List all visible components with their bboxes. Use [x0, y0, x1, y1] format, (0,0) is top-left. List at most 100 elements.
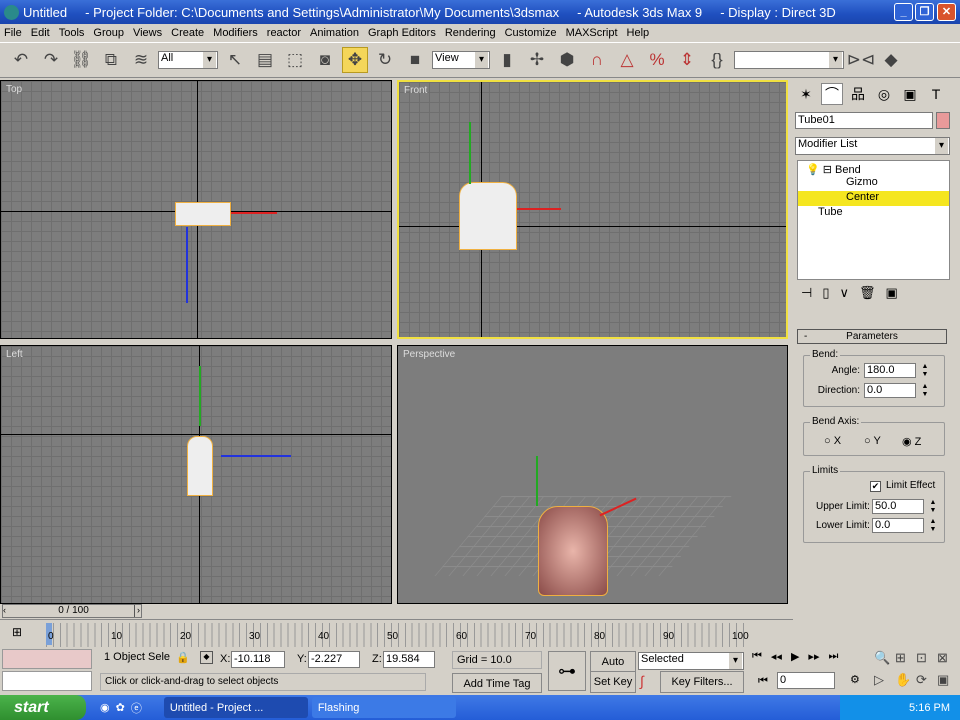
zoom-all-icon[interactable]: ⊞: [895, 650, 916, 666]
axis-z-radio[interactable]: ◉ Z: [902, 435, 921, 448]
menu-create[interactable]: Create: [171, 27, 204, 39]
menu-graph-editors[interactable]: Graph Editors: [368, 27, 436, 39]
lower-limit-spinner[interactable]: ▲ ▼: [928, 518, 938, 534]
select-and-move-icon[interactable]: ✥: [342, 47, 368, 73]
menu-reactor[interactable]: reactor: [267, 27, 301, 39]
utilities-tab-icon[interactable]: T: [925, 83, 947, 105]
set-key-icon[interactable]: ⊶: [548, 651, 586, 691]
remove-modifier-icon[interactable]: 🗑: [859, 285, 876, 301]
menu-help[interactable]: Help: [627, 27, 650, 39]
angle-snap-icon[interactable]: △: [614, 47, 640, 73]
viewport-label[interactable]: Top: [6, 84, 22, 95]
tube-object[interactable]: [175, 202, 231, 226]
stack-item-gizmo[interactable]: Gizmo: [798, 176, 949, 191]
field-of-view-icon[interactable]: ▷: [874, 672, 895, 688]
menu-views[interactable]: Views: [133, 27, 162, 39]
maxscript-listener-white[interactable]: [2, 671, 92, 691]
lock-selection-icon[interactable]: 🔒: [176, 651, 190, 664]
align-icon[interactable]: ◆: [878, 47, 904, 73]
rectangular-selection-icon[interactable]: ⬚: [282, 47, 308, 73]
time-configuration-icon[interactable]: ⚙: [850, 673, 860, 686]
axis-y-radio[interactable]: ○ Y: [864, 435, 881, 447]
snaps-toggle-icon[interactable]: ∩: [584, 47, 610, 73]
angle-input[interactable]: 180.0: [864, 363, 916, 378]
chrome-quicklaunch-icon[interactable]: ◉: [100, 701, 110, 714]
menu-file[interactable]: File: [4, 27, 22, 39]
zoom-extents-icon[interactable]: ⊡: [916, 650, 937, 666]
arc-rotate-icon[interactable]: ⟳: [916, 672, 937, 688]
time-slider[interactable]: ‹ 0 / 100 ›: [2, 604, 142, 618]
bind-space-warp-icon[interactable]: ≋: [128, 47, 154, 73]
picasa-quicklaunch-icon[interactable]: ✿: [116, 701, 125, 714]
select-and-rotate-icon[interactable]: ↻: [372, 47, 398, 73]
absolute-mode-icon[interactable]: ◆: [200, 651, 213, 664]
stack-item-tube[interactable]: Tube: [798, 206, 949, 221]
zoom-extents-all-icon[interactable]: ⊠: [937, 650, 958, 666]
hierarchy-tab-icon[interactable]: 品: [847, 83, 869, 105]
viewport-label[interactable]: Perspective: [403, 349, 455, 360]
keyboard-shortcut-override-icon[interactable]: ⬢: [554, 47, 580, 73]
maxscript-listener-pink[interactable]: [2, 649, 92, 669]
undo-icon[interactable]: ↶: [8, 47, 34, 73]
modify-tab-icon[interactable]: ⌒: [821, 83, 843, 105]
viewport-front[interactable]: Front: [397, 80, 788, 339]
next-frame-icon[interactable]: ▸▸: [808, 650, 819, 663]
zoom-icon[interactable]: 🔍: [874, 650, 895, 666]
previous-frame-icon[interactable]: ◂◂: [771, 650, 782, 663]
key-mode-dropdown[interactable]: Selected: [638, 652, 744, 670]
window-crossing-icon[interactable]: ◙: [312, 47, 338, 73]
z-coordinate-input[interactable]: 19.584: [383, 651, 435, 668]
lower-limit-input[interactable]: 0.0: [872, 518, 924, 533]
menu-edit[interactable]: Edit: [31, 27, 50, 39]
selection-filter-dropdown[interactable]: All: [158, 51, 218, 69]
create-tab-icon[interactable]: ✶: [795, 83, 817, 105]
menu-customize[interactable]: Customize: [505, 27, 557, 39]
viewport-label[interactable]: Left: [6, 349, 23, 360]
go-to-end-icon[interactable]: ⏭: [828, 650, 838, 663]
object-name-input[interactable]: Tube01: [795, 112, 933, 129]
percent-snap-icon[interactable]: %: [644, 47, 670, 73]
direction-input[interactable]: 0.0: [864, 383, 916, 398]
pivot-center-icon[interactable]: ▮: [494, 47, 520, 73]
make-unique-icon[interactable]: ∨: [839, 285, 849, 301]
mirror-icon[interactable]: ⊳⊲: [847, 47, 876, 73]
maximize-button[interactable]: ❐: [915, 3, 934, 21]
start-button[interactable]: start: [0, 695, 86, 720]
pan-icon[interactable]: ✋: [895, 672, 916, 688]
unlink-icon[interactable]: ⧉: [98, 47, 124, 73]
ie-quicklaunch-icon[interactable]: ⓔ: [131, 700, 142, 716]
bent-tube-object[interactable]: [538, 506, 608, 596]
motion-tab-icon[interactable]: ◎: [873, 83, 895, 105]
modifier-list-dropdown[interactable]: Modifier List: [795, 137, 950, 155]
bent-tube-object[interactable]: [459, 182, 517, 250]
show-end-result-icon[interactable]: ▯: [822, 285, 829, 301]
close-button[interactable]: ✕: [937, 3, 956, 21]
prev-frame-icon[interactable]: ‹: [3, 605, 13, 615]
parameters-rollout-header[interactable]: - Parameters: [797, 329, 947, 344]
viewport-left[interactable]: Left: [0, 345, 392, 604]
viewport-label[interactable]: Front: [404, 85, 427, 96]
viewport-perspective[interactable]: Perspective: [397, 345, 788, 604]
menu-rendering[interactable]: Rendering: [445, 27, 496, 39]
taskbar-item-flashing[interactable]: Flashing: [311, 697, 456, 718]
object-color-swatch[interactable]: [936, 112, 950, 129]
tube-object[interactable]: [187, 436, 213, 496]
menu-maxscript[interactable]: MAXScript: [566, 27, 618, 39]
maximize-viewport-icon[interactable]: ▣: [937, 672, 958, 688]
y-coordinate-input[interactable]: -2.227: [308, 651, 360, 668]
select-and-link-icon[interactable]: ⛓: [68, 47, 94, 73]
viewport-top[interactable]: Top: [0, 80, 392, 339]
play-icon[interactable]: ▶: [791, 650, 799, 663]
key-filters-button[interactable]: Key Filters...: [660, 671, 744, 693]
time-slider-thumb[interactable]: 0 / 100: [13, 605, 135, 617]
x-coordinate-input[interactable]: -10.118: [231, 651, 285, 668]
select-and-manipulate-icon[interactable]: ✢: [524, 47, 550, 73]
pin-stack-icon[interactable]: ⊣: [801, 285, 812, 301]
stack-item-center[interactable]: Center: [798, 191, 949, 206]
axis-x-radio[interactable]: ○ X: [824, 435, 841, 447]
menu-animation[interactable]: Animation: [310, 27, 359, 39]
select-by-name-icon[interactable]: ▤: [252, 47, 278, 73]
add-time-tag-button[interactable]: Add Time Tag: [452, 673, 542, 693]
configure-modifier-sets-icon[interactable]: ▣: [886, 285, 898, 301]
curve-editor-icon[interactable]: ⊞: [12, 625, 22, 639]
